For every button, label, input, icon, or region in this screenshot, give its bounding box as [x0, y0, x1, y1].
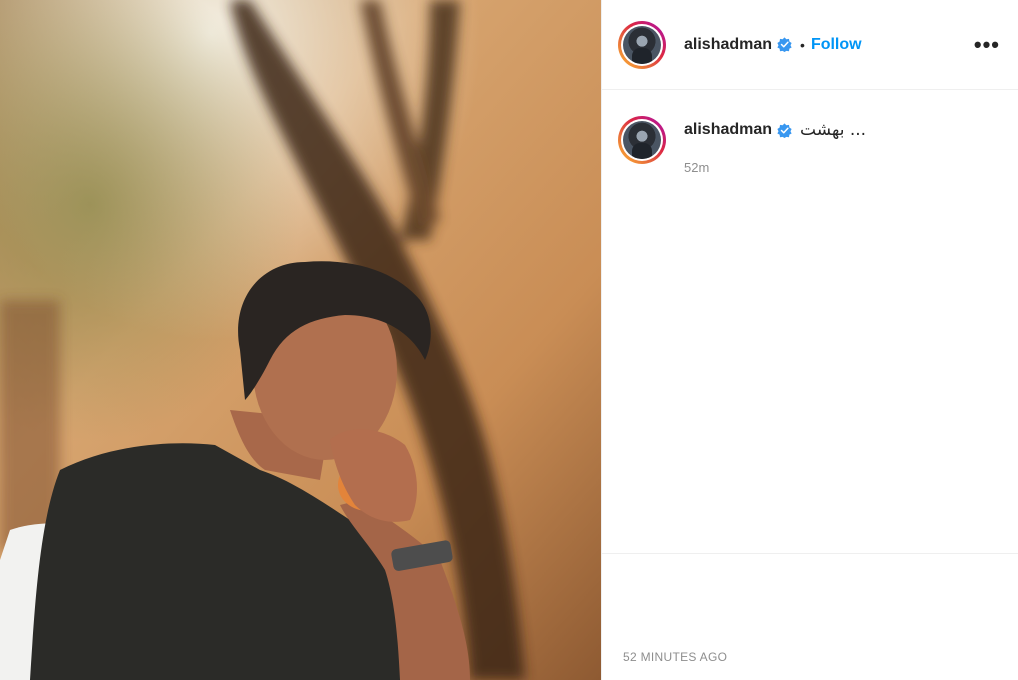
avatar-image [623, 121, 661, 159]
post-footer: 52 MINUTES AGO [602, 553, 1018, 680]
post-timestamp[interactable]: 52 MINUTES AGO [623, 650, 727, 664]
more-options-icon[interactable]: ••• [974, 33, 1000, 56]
caption-line: alishadman بهشت ... [684, 120, 866, 140]
avatar-border [621, 119, 663, 161]
caption-avatar[interactable] [618, 116, 666, 164]
avatar-image [623, 25, 661, 64]
post-image [0, 0, 601, 680]
post-sidebar: alishadman • Follow ••• alishadman بهشت … [601, 0, 1018, 680]
follow-button[interactable]: Follow [811, 36, 862, 54]
post-photo[interactable] [0, 0, 601, 680]
caption-text: بهشت ... [800, 120, 867, 140]
separator-dot: • [800, 36, 805, 53]
verified-badge-icon [777, 122, 792, 138]
post-header: alishadman • Follow ••• [602, 0, 1018, 90]
caption-body: alishadman بهشت ... 52m [684, 116, 866, 175]
caption-comment: alishadman بهشت ... 52m [602, 90, 1018, 175]
author-username[interactable]: alishadman [684, 36, 772, 54]
caption-username[interactable]: alishadman [684, 121, 772, 139]
instagram-post: alishadman • Follow ••• alishadman بهشت … [0, 0, 1018, 680]
relative-time[interactable]: 52m [684, 160, 866, 175]
avatar-border [621, 23, 663, 66]
verified-badge-icon [777, 37, 792, 52]
author-avatar[interactable] [618, 20, 666, 69]
